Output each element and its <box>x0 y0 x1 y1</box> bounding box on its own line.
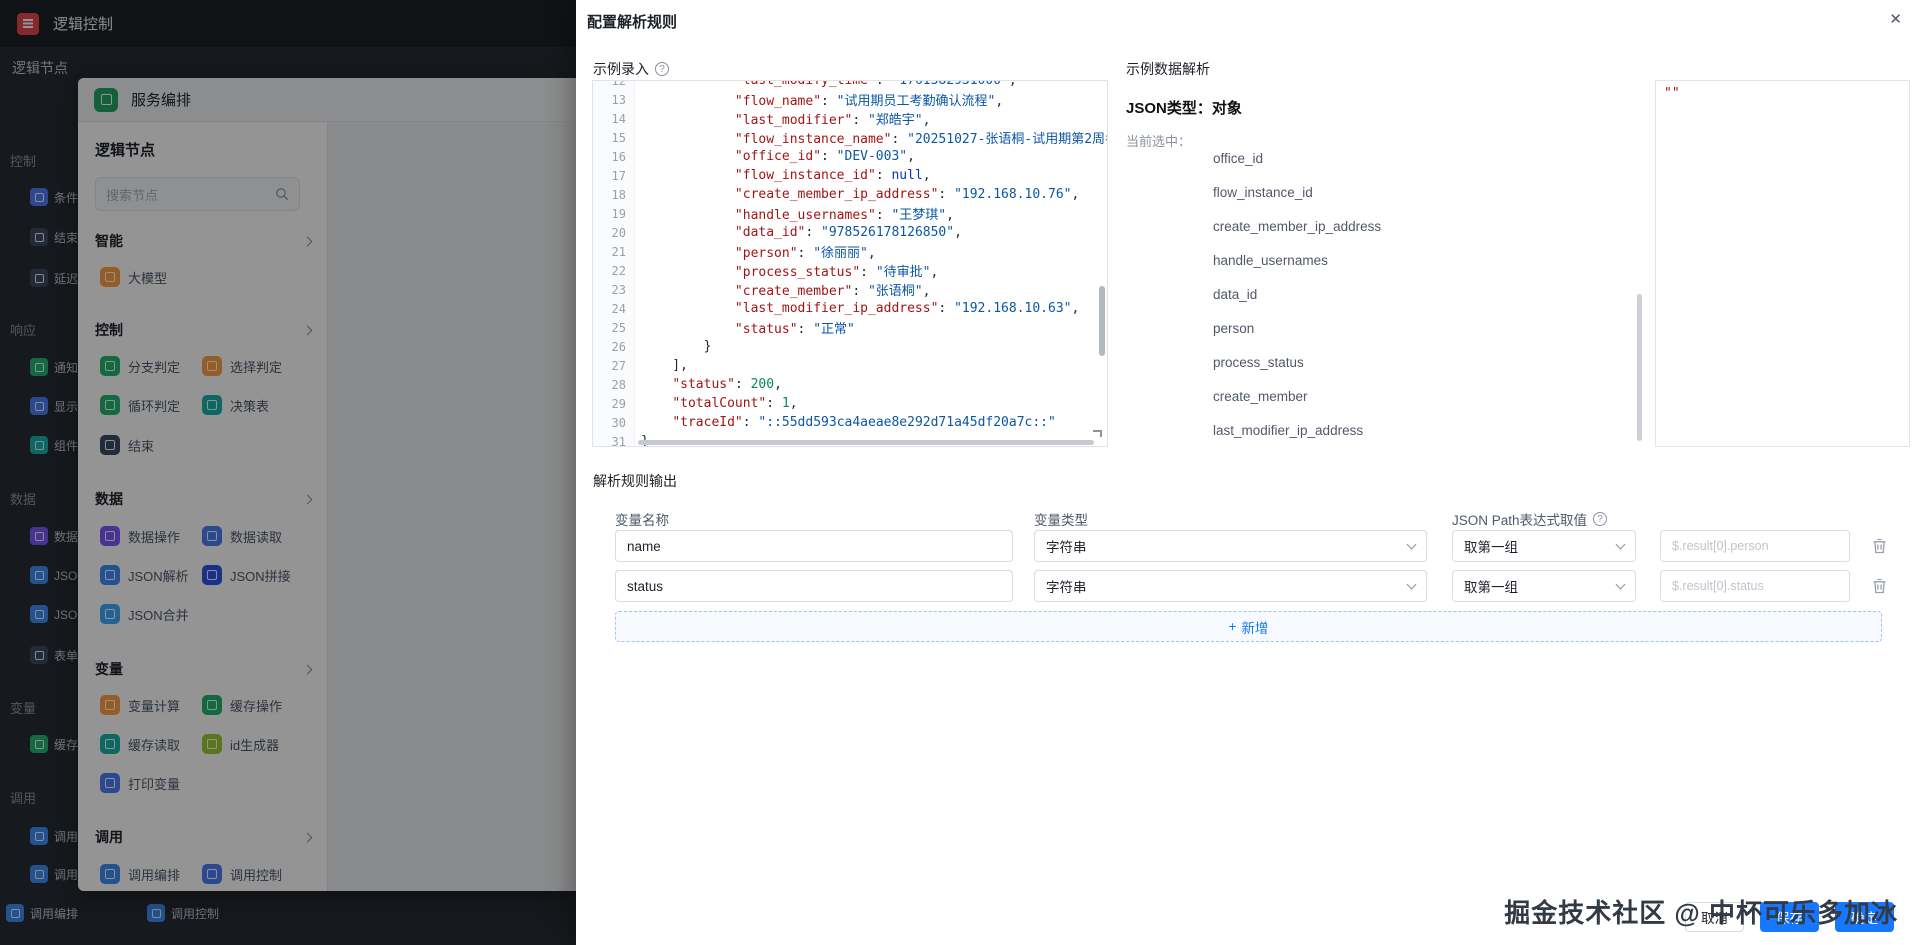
code-line: 14 "last_modifier": "郑皓宇", <box>593 109 1107 128</box>
chevron-down-icon <box>1616 580 1626 590</box>
code-line: 23 "create_member": "张语桐", <box>593 280 1107 299</box>
preview-value: "" <box>1664 86 1680 101</box>
modal-backdrop[interactable] <box>0 0 576 945</box>
json-field-item[interactable]: create_member <box>1213 380 1613 414</box>
line-number: 28 <box>593 378 635 392</box>
parse-rule-dialog: 配置解析规则 ✕ 示例录入 ? 示例数据解析 12 "last_modify_t… <box>576 0 1920 945</box>
code-line: 12 "last_modify_time": "1761382931000", <box>593 80 1107 90</box>
parse-result-text: 示例数据解析 <box>1126 59 1210 79</box>
add-rule-button[interactable]: + 新增 <box>615 611 1882 642</box>
code-line: 27 ], <box>593 356 1107 375</box>
code-line: 15 "flow_instance_name": "20251027-张语桐-试… <box>593 128 1107 147</box>
line-number: 24 <box>593 302 635 316</box>
selected-label: 当前选中： <box>1126 131 1191 150</box>
line-number: 29 <box>593 397 635 411</box>
json-path-input[interactable] <box>1660 570 1850 602</box>
value-preview-pane[interactable]: "" <box>1655 80 1910 447</box>
variable-type-select[interactable]: 字符串 <box>1034 570 1427 602</box>
code-line: 22 "process_status": "待审批", <box>593 261 1107 280</box>
code-line: 17 "flow_instance_id": null, <box>593 166 1107 185</box>
editor-horizontal-scrollbar[interactable] <box>638 440 1094 445</box>
code-line: 24 "last_modifier_ip_address": "192.168.… <box>593 299 1107 318</box>
sample-input-label: 示例录入 ? <box>593 59 669 79</box>
field-list-scrollbar[interactable] <box>1637 294 1642 441</box>
help-icon[interactable]: ? <box>655 62 669 76</box>
sample-json-editor[interactable]: 12 "last_modify_time": "1761382931000",1… <box>592 80 1108 447</box>
rule-row: 字符串取第一组 <box>576 530 1920 562</box>
line-number: 25 <box>593 321 635 335</box>
line-number: 21 <box>593 245 635 259</box>
chevron-down-icon <box>1407 580 1417 590</box>
code-line: 16 "office_id": "DEV-003", <box>593 147 1107 166</box>
line-number: 31 <box>593 435 635 448</box>
line-number: 16 <box>593 150 635 164</box>
editor-vertical-scrollbar[interactable] <box>1099 286 1105 356</box>
line-number: 17 <box>593 169 635 183</box>
json-field-item[interactable]: create_member_ip_address <box>1213 210 1613 244</box>
code-line: 20 "data_id": "978526178126850", <box>593 223 1107 242</box>
column-header-variable-type: 变量类型 <box>1034 509 1088 529</box>
code-line: 18 "create_member_ip_address": "192.168.… <box>593 185 1107 204</box>
json-field-list: office_idflow_instance_idcreate_member_i… <box>1213 150 1613 447</box>
dialog-title: 配置解析规则 <box>587 11 677 32</box>
line-number: 30 <box>593 416 635 430</box>
line-number: 22 <box>593 264 635 278</box>
column-header-json-path: JSON Path表达式取值 ? <box>1452 509 1607 529</box>
variable-name-input[interactable] <box>615 530 1013 562</box>
line-number: 13 <box>593 93 635 107</box>
json-type-label: JSON类型： <box>1126 100 1212 117</box>
json-field-item[interactable]: data_id <box>1213 278 1613 312</box>
line-number: 20 <box>593 226 635 240</box>
column-header-variable-name: 变量名称 <box>615 509 669 529</box>
json-field-item[interactable]: flow_instance_id <box>1213 176 1613 210</box>
code-line: 29 "totalCount": 1, <box>593 394 1107 413</box>
parse-result-label: 示例数据解析 <box>1126 59 1210 79</box>
rule-row: 字符串取第一组 <box>576 570 1920 602</box>
code-line: 19 "handle_usernames": "王梦琪", <box>593 204 1107 223</box>
code-line: 25 "status": "正常" <box>593 318 1107 337</box>
line-number: 27 <box>593 359 635 373</box>
json-field-item[interactable]: process_status <box>1213 346 1613 380</box>
resize-grip-icon[interactable] <box>1093 430 1102 437</box>
plus-icon: + <box>1229 619 1237 634</box>
line-number: 23 <box>593 283 635 297</box>
code-line: 21 "person": "徐丽丽", <box>593 242 1107 261</box>
json-field-item[interactable]: office_id <box>1213 150 1613 176</box>
line-number: 18 <box>593 188 635 202</box>
value-group-select[interactable]: 取第一组 <box>1452 570 1636 602</box>
json-type-value: 对象 <box>1212 100 1242 117</box>
watermark: 掘金技术社区 @ 中杯可乐多加冰 <box>1504 893 1898 930</box>
line-number: 15 <box>593 131 635 145</box>
code-line: 13 "flow_name": "试用期员工考勤确认流程", <box>593 90 1107 109</box>
json-type-line: JSON类型：对象 <box>1126 97 1242 118</box>
json-field-item[interactable]: person <box>1213 312 1613 346</box>
value-group-select[interactable]: 取第一组 <box>1452 530 1636 562</box>
close-icon[interactable]: ✕ <box>1889 12 1902 27</box>
variable-type-select[interactable]: 字符串 <box>1034 530 1427 562</box>
code-line: 28 "status": 200, <box>593 375 1107 394</box>
delete-row-icon[interactable] <box>1872 538 1887 554</box>
json-path-input[interactable] <box>1660 530 1850 562</box>
code-line: 26 } <box>593 337 1107 356</box>
chevron-down-icon <box>1616 540 1626 550</box>
json-field-item[interactable]: handle_usernames <box>1213 244 1613 278</box>
line-number: 12 <box>593 80 635 88</box>
json-field-item[interactable]: last_modifier_ip_address <box>1213 414 1613 447</box>
line-number: 19 <box>593 207 635 221</box>
output-label: 解析规则输出 <box>593 471 677 491</box>
background-app: 逻辑控制 逻辑节点 控制条件判定结束延迟器响应通知显示组件数据数据操作JSON解… <box>0 0 576 945</box>
output-text: 解析规则输出 <box>593 471 677 491</box>
line-number: 14 <box>593 112 635 126</box>
help-icon[interactable]: ? <box>1593 512 1607 526</box>
chevron-down-icon <box>1407 540 1417 550</box>
line-number: 26 <box>593 340 635 354</box>
code-line: 30 "traceId": "::55dd593ca4aeae8e292d71a… <box>593 413 1107 432</box>
delete-row-icon[interactable] <box>1872 578 1887 594</box>
variable-name-input[interactable] <box>615 570 1013 602</box>
sample-input-text: 示例录入 <box>593 59 649 79</box>
